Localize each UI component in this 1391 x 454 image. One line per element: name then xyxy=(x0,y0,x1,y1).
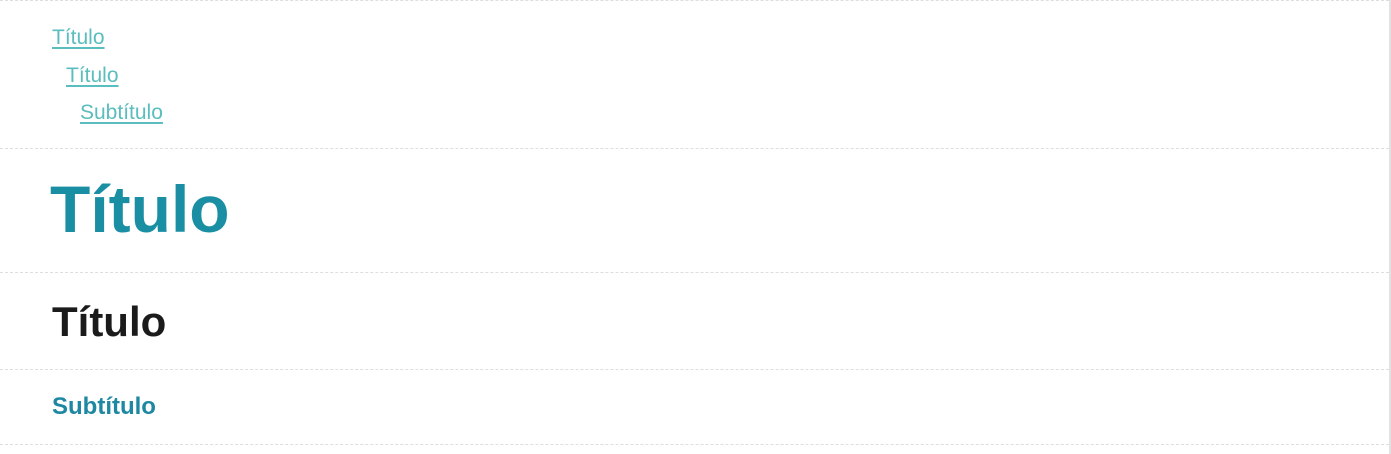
heading-1: Título xyxy=(50,172,230,246)
heading-3-section: Subtítulo xyxy=(0,370,1389,445)
document-page: Título Título Subtítulo Título Título Su… xyxy=(0,0,1391,454)
heading-2-section: Título xyxy=(0,273,1389,370)
toc-link-subtitle-level-3[interactable]: Subtítulo xyxy=(80,100,163,126)
heading-1-section: Título xyxy=(0,149,1389,273)
heading-2: Título xyxy=(52,298,167,345)
toc-link-title-level-1[interactable]: Título xyxy=(52,25,105,51)
toc-link-title-level-2[interactable]: Título xyxy=(66,63,119,89)
heading-3: Subtítulo xyxy=(52,393,156,420)
table-of-contents: Título Título Subtítulo xyxy=(0,0,1389,149)
